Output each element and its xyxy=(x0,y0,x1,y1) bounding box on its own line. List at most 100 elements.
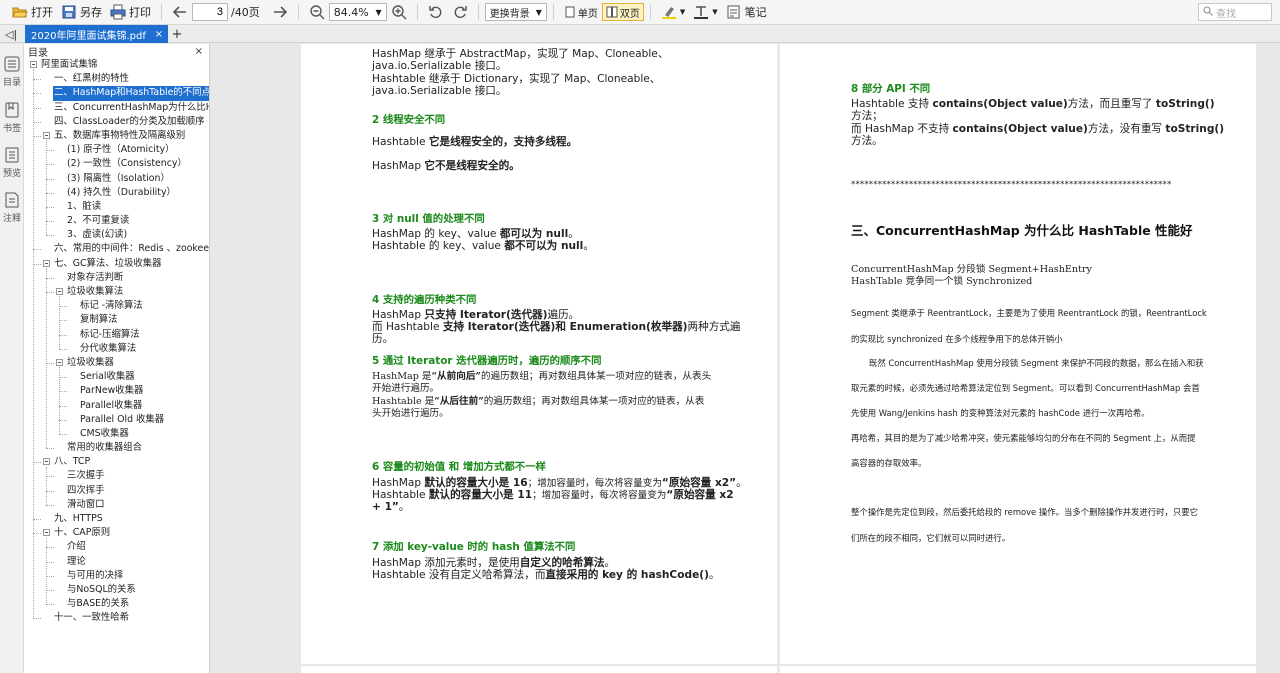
collapse-toggle-icon[interactable] xyxy=(43,458,50,466)
outline-item[interactable]: 2、不可重复读 xyxy=(24,214,209,228)
note-button[interactable]: 笔记 xyxy=(722,2,771,23)
text-line: HashMap 的 key、value 都可以为 null。 xyxy=(372,228,579,240)
outline-item[interactable]: 与NoSQL的关系 xyxy=(24,583,209,597)
page-number-input[interactable] xyxy=(192,3,228,21)
text-line: 历。 xyxy=(372,333,394,345)
outline-item[interactable]: CMS收集器 xyxy=(24,427,209,441)
double-page-toggle[interactable]: 双页 xyxy=(601,3,644,21)
outline-item-label: ParNew收集器 xyxy=(80,385,144,397)
next-page-button[interactable] xyxy=(268,2,292,23)
outline-item[interactable]: 复制算法 xyxy=(24,313,209,327)
close-icon[interactable]: × xyxy=(195,46,203,57)
rail-annotation[interactable]: 注释 xyxy=(0,192,24,224)
outline-item[interactable]: 对象存活判断 xyxy=(24,271,209,285)
highlight-button[interactable]: ▼ xyxy=(657,2,689,23)
outline-item[interactable]: 3、虚读(幻读) xyxy=(24,228,209,242)
outline-item-label: (4) 持久性（Durability） xyxy=(67,186,176,198)
tree-connector xyxy=(46,277,54,279)
note-icon xyxy=(726,4,742,20)
collapse-sidebar-icon[interactable]: ◁| xyxy=(5,25,19,43)
text-line: Hashtable 没有自定义哈希算法，而直接采用的 key 的 hashCod… xyxy=(372,569,720,581)
collapse-toggle-icon[interactable] xyxy=(56,358,63,366)
rail-bookmark[interactable]: 书签 xyxy=(0,102,24,134)
outline-item[interactable]: 十、CAP原则 xyxy=(24,526,209,540)
outline-item[interactable]: 四次挥手 xyxy=(24,484,209,498)
outline-item[interactable]: 九、HTTPS xyxy=(24,512,209,526)
toolbar: 打开 另存 打印 /40页 84.4% ▼ xyxy=(0,0,1280,25)
add-tab-button[interactable]: + xyxy=(170,25,184,43)
outline-item[interactable]: 四、ClassLoader的分类及加载顺序 xyxy=(24,115,209,129)
text-button[interactable]: ▼ xyxy=(689,2,721,23)
outline-item[interactable]: Parallel收集器 xyxy=(24,399,209,413)
outline-item[interactable]: 十一、一致性哈希 xyxy=(24,611,209,625)
outline-item[interactable]: ParNew收集器 xyxy=(24,384,209,398)
outline-item[interactable]: 三次握手 xyxy=(24,469,209,483)
text-line: 方法； xyxy=(851,110,883,122)
document-tab[interactable]: 2020年阿里面试集锦.pdf × xyxy=(25,25,168,43)
chevron-down-icon: ▼ xyxy=(375,7,382,17)
tree-connector xyxy=(46,235,54,237)
rotate-left-button[interactable] xyxy=(424,2,448,23)
outline-item[interactable]: (1) 原子性（Atomicity） xyxy=(24,143,209,157)
collapse-toggle-icon[interactable] xyxy=(56,288,63,295)
outline-item[interactable]: 阿里面试集锦 xyxy=(24,58,209,72)
outline-item[interactable]: 垃圾收集器 xyxy=(24,356,209,370)
rotate-right-button[interactable] xyxy=(448,2,472,23)
zoom-out-button[interactable] xyxy=(305,2,329,23)
outline-item[interactable]: (3) 隔离性（Isolation） xyxy=(24,172,209,186)
outline-item-label: 五、数据库事物特性及隔离级别 xyxy=(54,129,186,141)
outline-item[interactable]: 介绍 xyxy=(24,540,209,554)
outline-item[interactable]: 分代收集算法 xyxy=(24,342,209,356)
outline-item[interactable]: 标记 -清除算法 xyxy=(24,299,209,313)
rail-outline[interactable]: 目录 xyxy=(0,56,24,88)
text-line: 方法。 xyxy=(851,135,883,147)
annotation-icon xyxy=(4,192,20,211)
outline-item[interactable]: 二、HashMap和HashTable的不同点 xyxy=(24,86,209,101)
tree-connector xyxy=(46,292,54,293)
outline-item[interactable]: 五、数据库事物特性及隔离级别 xyxy=(24,129,209,143)
collapse-toggle-icon[interactable] xyxy=(43,529,50,537)
outline-item-label: (2) 一致性（Consistency） xyxy=(67,158,187,170)
text-line: 既然 ConcurrentHashMap 使用分段锁 Segment 来保护不同… xyxy=(869,358,1204,368)
outline-item[interactable]: 与可用的决择 xyxy=(24,569,209,583)
outline-item[interactable]: 垃圾收集算法 xyxy=(24,285,209,299)
outline-item[interactable]: 理论 xyxy=(24,555,209,569)
outline-item[interactable]: 与BASE的关系 xyxy=(24,597,209,611)
text-line: Hashtable 是“从后往前”的遍历数组；再对数组具体某一项对应的链表，从表 xyxy=(372,396,705,407)
page-total: /40页 xyxy=(231,6,260,19)
tree-connector xyxy=(46,466,47,506)
single-page-toggle[interactable]: 单页 xyxy=(560,3,602,21)
outline-item[interactable]: Parallel Old 收集器 xyxy=(24,413,209,427)
previous-page-button[interactable] xyxy=(168,2,192,23)
outline-item[interactable]: 六、常用的中间件：Redis 、zookeeper xyxy=(24,242,209,256)
search-input[interactable]: 查找 xyxy=(1198,3,1272,21)
outline-item[interactable]: 标记-压缩算法 xyxy=(24,328,209,342)
print-button[interactable]: 打印 xyxy=(106,2,155,23)
collapse-toggle-icon[interactable] xyxy=(43,259,50,267)
outline-item[interactable]: 三、ConcurrentHashMap为什么比Hash xyxy=(24,101,209,115)
zoom-select[interactable]: 84.4% ▼ xyxy=(328,3,387,21)
background-select[interactable]: 更换背景 ▼ xyxy=(484,3,547,21)
open-button[interactable]: 打开 xyxy=(8,2,57,23)
text-line: HashMap 是“从前向后”的遍历数组；再对数组具体某一项对应的链表，从表头 xyxy=(372,371,712,382)
outline-item[interactable]: 七、GC算法、垃圾收集器 xyxy=(24,257,209,271)
outline-item[interactable]: 一、红黑树的特性 xyxy=(24,72,209,86)
outline-item[interactable]: 常用的收集器组合 xyxy=(24,441,209,455)
outline-item-label: 三次握手 xyxy=(67,470,105,482)
rail-preview[interactable]: 预览 xyxy=(0,147,24,179)
outline-item[interactable]: 滑动窗口 xyxy=(24,498,209,512)
collapse-toggle-icon[interactable] xyxy=(43,131,50,139)
tree-connector xyxy=(59,334,67,336)
outline-item[interactable]: 1、脏读 xyxy=(24,200,209,214)
save-as-button[interactable]: 另存 xyxy=(57,2,106,23)
zoom-in-button[interactable] xyxy=(387,2,411,23)
outline-item[interactable]: 八、TCP xyxy=(24,455,209,469)
outline-item[interactable]: (2) 一致性（Consistency） xyxy=(24,157,209,171)
outline-item[interactable]: Serial收集器 xyxy=(24,370,209,384)
outline-panel: 目录 × 阿里面试集锦 一、红黑树的特性 二、HashMap和HashTable的不… xyxy=(24,44,210,673)
outline-item[interactable]: (4) 持久性（Durability） xyxy=(24,186,209,200)
arrow-left-icon xyxy=(172,4,188,20)
close-icon[interactable]: × xyxy=(155,29,163,40)
collapse-toggle-icon[interactable] xyxy=(30,61,37,68)
pdf-page-next-left xyxy=(301,666,777,673)
